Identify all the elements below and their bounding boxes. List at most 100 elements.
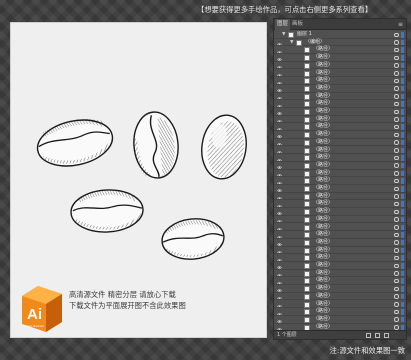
target-circle-icon[interactable] (394, 286, 399, 292)
target-circle-icon[interactable] (394, 201, 399, 207)
layer-row-path[interactable]: 〈路径〉 (274, 93, 406, 108)
layer-row-path[interactable]: 〈路径〉 (274, 154, 406, 170)
layer-row-path[interactable]: 〈路径〉 (274, 216, 406, 231)
visibility-eye-icon[interactable] (277, 101, 282, 116)
layer-row-path[interactable]: 〈路径〉 (274, 193, 406, 208)
visibility-eye-icon[interactable] (277, 47, 282, 62)
target-circle-icon[interactable] (394, 32, 399, 37)
layer-row-path[interactable]: 〈路径〉 (274, 131, 406, 147)
target-circle-icon[interactable] (394, 71, 399, 76)
layer-row-path[interactable]: 〈路径〉 (274, 308, 406, 324)
layer-row-path[interactable]: 〈路径〉 (274, 254, 406, 270)
target-circle-icon[interactable] (394, 155, 399, 161)
layer-row-path[interactable]: 〈路径〉 (274, 116, 406, 131)
target-circle-icon[interactable] (394, 117, 399, 122)
layer-row-path[interactable]: 〈路径〉 (274, 162, 406, 177)
target-circle-icon[interactable] (394, 263, 399, 268)
target-circle-icon[interactable] (394, 124, 399, 130)
visibility-eye-icon[interactable] (277, 263, 282, 277)
layer-row-path[interactable]: 〈路径〉 (274, 239, 406, 254)
target-circle-icon[interactable] (394, 325, 399, 330)
delete-layer-icon[interactable] (384, 333, 389, 338)
visibility-eye-icon[interactable] (277, 294, 282, 308)
visibility-eye-icon[interactable] (277, 309, 282, 324)
visibility-eye-icon[interactable] (277, 109, 282, 123)
target-circle-icon[interactable] (394, 294, 399, 299)
layer-row-path[interactable]: 〈路径〉 (274, 147, 406, 162)
target-circle-icon[interactable] (394, 240, 399, 245)
target-circle-icon[interactable] (394, 163, 399, 168)
target-circle-icon[interactable] (394, 317, 399, 322)
visibility-eye-icon[interactable] (277, 240, 282, 254)
target-circle-icon[interactable] (394, 78, 399, 84)
visibility-eye-icon[interactable] (277, 232, 282, 247)
target-circle-icon[interactable] (394, 302, 399, 307)
target-circle-icon[interactable] (394, 101, 399, 107)
visibility-eye-icon[interactable] (277, 186, 282, 200)
visibility-eye-icon[interactable] (277, 86, 282, 100)
target-circle-icon[interactable] (394, 209, 399, 215)
expand-arrow-icon[interactable]: ▼ (290, 39, 293, 47)
layer-row-path[interactable]: 〈路径〉 (274, 231, 406, 247)
target-circle-icon[interactable] (394, 94, 399, 99)
layer-row-path[interactable]: 〈路径〉 (274, 270, 406, 285)
visibility-eye-icon[interactable] (277, 71, 282, 85)
visibility-eye-icon[interactable] (277, 163, 282, 177)
target-circle-icon[interactable] (394, 178, 399, 184)
layer-row-path[interactable]: 〈路径〉 (274, 200, 406, 216)
target-circle-icon[interactable] (394, 255, 399, 261)
target-circle-icon[interactable] (394, 271, 399, 276)
visibility-eye-icon[interactable] (277, 63, 282, 77)
visibility-eye-icon[interactable] (277, 317, 282, 331)
layer-row-path[interactable]: 〈路径〉 (274, 185, 406, 200)
visibility-eye-icon[interactable] (277, 178, 282, 193)
layer-row-path[interactable]: 〈路径〉 (274, 177, 406, 193)
layer-row-path[interactable]: 〈路径〉 (274, 262, 406, 277)
visibility-eye-icon[interactable] (277, 286, 282, 301)
target-circle-icon[interactable] (394, 232, 399, 238)
visibility-eye-icon[interactable] (277, 124, 282, 139)
visibility-eye-icon[interactable] (277, 209, 282, 224)
target-circle-icon[interactable] (394, 186, 399, 191)
visibility-eye-icon[interactable] (277, 255, 282, 270)
visibility-eye-icon[interactable] (277, 194, 282, 208)
target-circle-icon[interactable] (394, 278, 399, 284)
target-circle-icon[interactable] (394, 47, 399, 53)
visibility-eye-icon[interactable] (277, 201, 282, 216)
new-layer-icon[interactable] (375, 333, 380, 338)
layer-row-path[interactable]: 〈路径〉 (274, 293, 406, 308)
layer-row-path[interactable]: 〈路径〉 (274, 100, 406, 116)
target-circle-icon[interactable] (394, 309, 399, 315)
layer-row-path[interactable]: 〈路径〉 (274, 46, 406, 62)
visibility-eye-icon[interactable] (277, 117, 282, 131)
layer-row-path[interactable]: 〈路径〉 (274, 316, 406, 331)
target-circle-icon[interactable] (394, 86, 399, 91)
visibility-eye-icon[interactable] (277, 302, 282, 316)
visibility-eye-icon[interactable] (277, 278, 282, 293)
layer-row-path[interactable]: 〈路径〉 (274, 139, 406, 154)
tab-artboards[interactable]: 画板 (290, 19, 305, 30)
layer-row-path[interactable]: 〈路径〉 (274, 123, 406, 139)
target-circle-icon[interactable] (394, 194, 399, 199)
layer-row-path[interactable]: 〈路径〉 (274, 70, 406, 85)
visibility-eye-icon[interactable] (277, 325, 282, 330)
target-circle-icon[interactable] (394, 225, 399, 230)
layer-row-group[interactable]: ▼ 〈编组〉 (274, 39, 406, 54)
visibility-eye-icon[interactable] (277, 132, 282, 147)
target-circle-icon[interactable] (394, 55, 399, 61)
layer-row-top[interactable]: ▼ 图层 1 (274, 31, 406, 46)
layer-row-path[interactable]: 〈路径〉 (274, 224, 406, 239)
visibility-eye-icon[interactable] (277, 40, 282, 54)
layer-row-path[interactable]: 〈路径〉 (274, 85, 406, 100)
expand-arrow-icon[interactable]: ▼ (282, 31, 285, 39)
tab-layers[interactable]: 图层 (275, 19, 291, 30)
layer-row-path[interactable]: 〈路径〉 (274, 77, 406, 93)
visibility-eye-icon[interactable] (277, 148, 282, 162)
layer-row-path[interactable]: 〈路径〉 (274, 108, 406, 123)
visibility-eye-icon[interactable] (277, 78, 282, 93)
panel-menu-icon[interactable]: ≡ (398, 19, 403, 30)
target-circle-icon[interactable] (394, 171, 399, 176)
layer-row-path[interactable]: 〈路径〉 (274, 208, 406, 224)
target-circle-icon[interactable] (394, 63, 399, 68)
visibility-eye-icon[interactable] (277, 55, 282, 70)
